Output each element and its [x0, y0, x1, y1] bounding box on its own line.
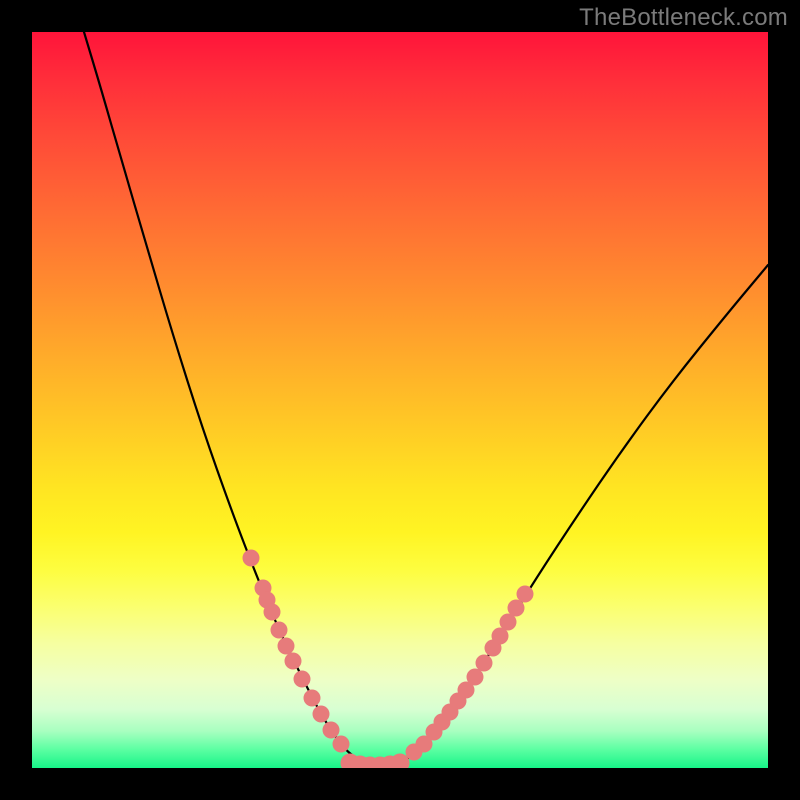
data-point — [517, 586, 534, 603]
chart-frame: TheBottleneck.com — [0, 0, 800, 800]
data-point — [264, 604, 281, 621]
plot-area — [32, 32, 768, 768]
data-point — [476, 655, 493, 672]
scatter-right — [406, 586, 534, 761]
data-point — [333, 736, 350, 753]
bottleneck-curve — [84, 32, 768, 767]
watermark-text: TheBottleneck.com — [579, 4, 788, 32]
data-point — [313, 706, 330, 723]
data-point — [323, 722, 340, 739]
scatter-flat — [341, 754, 410, 769]
data-point — [243, 550, 260, 567]
data-point — [285, 653, 302, 670]
data-point — [508, 600, 525, 617]
data-point — [271, 622, 288, 639]
data-point — [304, 690, 321, 707]
data-point — [467, 669, 484, 686]
data-point — [278, 638, 295, 655]
data-point — [294, 671, 311, 688]
chart-svg — [32, 32, 768, 768]
